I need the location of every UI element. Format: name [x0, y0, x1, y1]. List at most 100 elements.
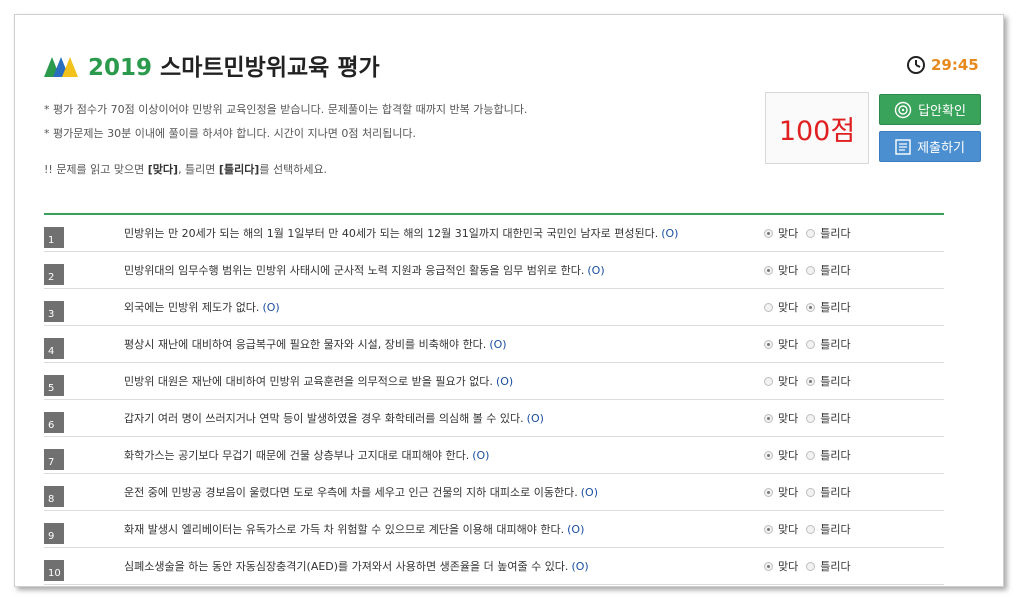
- check-answer-label: 답안확인: [918, 104, 966, 119]
- radio-no[interactable]: [806, 376, 816, 386]
- instruction-no: [틀리다]: [218, 163, 260, 176]
- radio-yes[interactable]: [764, 376, 773, 386]
- answer-options: 맞다 틀리다: [764, 326, 859, 362]
- question-text: 갑자기 여러 명이 쓰러지거나 연막 등이 발생하였을 경우 화학테러를 의심해…: [124, 400, 544, 436]
- option-yes[interactable]: 맞다: [764, 262, 798, 278]
- question-row: 1 민방위는 만 20세가 되는 해의 1월 1일부터 만 40세가 되는 해의 …: [44, 215, 944, 252]
- instruction-yes: [맞다]: [147, 163, 179, 176]
- check-answer-button[interactable]: 답안확인: [879, 94, 981, 125]
- option-no[interactable]: 틀리다: [806, 299, 851, 315]
- answer-options: 맞다 틀리다: [764, 474, 859, 510]
- option-no[interactable]: 틀리다: [806, 447, 851, 463]
- option-no-label: 틀리다: [820, 301, 851, 314]
- radio-no[interactable]: [806, 524, 816, 534]
- logo-icon: [44, 57, 78, 77]
- notice-list: * 평가 점수가 70점 이상이어야 민방위 교육인정을 받습니다. 문제풀이는…: [44, 98, 527, 146]
- radio-yes[interactable]: [764, 339, 773, 349]
- radio-no[interactable]: [806, 487, 816, 497]
- option-yes[interactable]: 맞다: [764, 225, 798, 241]
- radio-no[interactable]: [806, 228, 816, 238]
- question-number: 5: [44, 375, 64, 396]
- question-answer: (O): [580, 486, 598, 499]
- question-list: 1 민방위는 만 20세가 되는 해의 1월 1일부터 만 40세가 되는 해의 …: [44, 213, 944, 585]
- answer-options: 맞다 틀리다: [764, 289, 859, 325]
- option-yes-label: 맞다: [778, 338, 799, 351]
- submit-button[interactable]: 제출하기: [879, 131, 981, 162]
- question-text-body: 운전 중에 민방공 경보음이 울렸다면 도로 우측에 차를 세우고 인근 건물의…: [124, 486, 578, 499]
- option-yes[interactable]: 맞다: [764, 447, 798, 463]
- target-icon: [894, 101, 912, 118]
- answer-options: 맞다 틀리다: [764, 511, 859, 547]
- option-yes[interactable]: 맞다: [764, 521, 798, 537]
- radio-yes[interactable]: [764, 302, 773, 312]
- instruction-suffix: 를 선택하세요.: [259, 163, 328, 176]
- instruction-prefix: !! 문제를 읽고 맞으면: [44, 163, 148, 176]
- option-yes[interactable]: 맞다: [764, 484, 798, 500]
- question-text: 민방위는 만 20세가 되는 해의 1월 1일부터 만 40세가 되는 해의 1…: [124, 215, 678, 251]
- option-no[interactable]: 틀리다: [806, 262, 851, 278]
- option-no[interactable]: 틀리다: [806, 410, 851, 426]
- clock-icon: [907, 56, 925, 74]
- radio-yes[interactable]: [764, 228, 773, 238]
- option-yes[interactable]: 맞다: [764, 558, 798, 574]
- question-answer: (O): [472, 449, 490, 462]
- question-text: 화학가스는 공기보다 무겁기 때문에 건물 상층부나 고지대로 대피해야 한다.…: [124, 437, 489, 473]
- option-no[interactable]: 틀리다: [806, 225, 851, 241]
- option-yes[interactable]: 맞다: [764, 373, 798, 389]
- answer-options: 맞다 틀리다: [764, 215, 859, 251]
- radio-yes[interactable]: [764, 450, 773, 460]
- instruction-text: !! 문제를 읽고 맞으면 [맞다], 틀리면 [틀리다]를 선택하세요.: [44, 161, 327, 177]
- radio-no[interactable]: [806, 339, 816, 349]
- question-row: 10 심폐소생술을 하는 동안 자동심장충격기(AED)를 가져와서 사용하면 생…: [44, 548, 944, 585]
- question-row: 7 화학가스는 공기보다 무겁기 때문에 건물 상층부나 고지대로 대피해야 한다…: [44, 437, 944, 474]
- question-answer: (O): [262, 301, 280, 314]
- option-yes-label: 맞다: [778, 301, 799, 314]
- option-no-label: 틀리다: [820, 227, 851, 240]
- question-number: 7: [44, 449, 64, 470]
- option-no-label: 틀리다: [820, 449, 851, 462]
- option-yes[interactable]: 맞다: [764, 299, 798, 315]
- question-answer: (O): [495, 375, 514, 388]
- question-row: 2 민방위대의 임무수행 범위는 민방위 사태시에 군사적 노력 지원과 응급적인…: [44, 252, 944, 289]
- option-yes[interactable]: 맞다: [764, 336, 798, 352]
- radio-yes[interactable]: [764, 265, 773, 275]
- radio-no[interactable]: [806, 450, 816, 460]
- title-year: 2019: [88, 55, 153, 81]
- answer-options: 맞다 틀리다: [764, 252, 859, 288]
- radio-no[interactable]: [806, 302, 816, 312]
- radio-yes[interactable]: [764, 413, 773, 423]
- timer: 29:45: [906, 55, 979, 75]
- question-number: 10: [44, 560, 64, 581]
- radio-no[interactable]: [806, 413, 816, 423]
- question-text-body: 외국에는 민방위 제도가 없다.: [124, 301, 260, 314]
- radio-yes[interactable]: [764, 524, 773, 534]
- question-text: 민방위 대원은 재난에 대비하여 민방위 교육훈련을 의무적으로 받을 필요가 …: [124, 363, 513, 399]
- question-row: 3 외국에는 민방위 제도가 없다. (O) 맞다 틀리다: [44, 289, 944, 326]
- option-no[interactable]: 틀리다: [806, 558, 851, 574]
- question-answer: (O): [567, 523, 585, 536]
- question-number: 6: [44, 412, 64, 433]
- notice-line: * 평가 점수가 70점 이상이어야 민방위 교육인정을 받습니다. 문제풀이는…: [44, 103, 528, 116]
- radio-no[interactable]: [806, 265, 816, 275]
- question-text: 외국에는 민방위 제도가 없다. (O): [124, 289, 280, 325]
- option-yes-label: 맞다: [778, 412, 799, 425]
- option-no[interactable]: 틀리다: [806, 373, 851, 389]
- option-no[interactable]: 틀리다: [806, 336, 851, 352]
- radio-yes[interactable]: [764, 487, 773, 497]
- radio-no[interactable]: [806, 561, 816, 571]
- option-no-label: 틀리다: [820, 338, 851, 351]
- question-text-body: 민방위는 만 20세가 되는 해의 1월 1일부터 만 40세가 되는 해의 1…: [124, 227, 659, 240]
- option-no[interactable]: 틀리다: [806, 484, 851, 500]
- question-text-body: 평상시 재난에 대비하여 응급복구에 필요한 물자와 시설, 장비를 비축해야 …: [124, 338, 487, 351]
- question-text: 심폐소생술을 하는 동안 자동심장충격기(AED)를 가져와서 사용하면 생존율…: [124, 548, 589, 584]
- option-no[interactable]: 틀리다: [806, 521, 851, 537]
- option-yes-label: 맞다: [778, 449, 799, 462]
- question-text-body: 민방위대의 임무수행 범위는 민방위 사태시에 군사적 노력 지원과 응급적인 …: [124, 264, 585, 277]
- timer-value: 29:45: [931, 56, 979, 74]
- question-answer: (O): [661, 227, 679, 240]
- option-yes[interactable]: 맞다: [764, 410, 798, 426]
- score-box: 100점: [765, 92, 869, 164]
- submit-label: 제출하기: [917, 141, 965, 156]
- radio-yes[interactable]: [764, 561, 773, 571]
- question-text: 평상시 재난에 대비하여 응급복구에 필요한 물자와 시설, 장비를 비축해야 …: [124, 326, 507, 362]
